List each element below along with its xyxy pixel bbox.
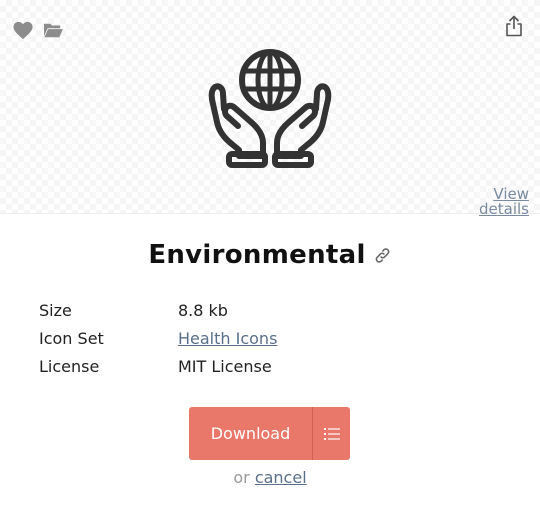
download-options-button[interactable] [313, 407, 350, 460]
add-to-collection-button[interactable] [41, 19, 65, 41]
title-row: Environmental [0, 240, 540, 270]
share-button[interactable] [501, 13, 527, 39]
permalink-button[interactable] [374, 246, 392, 264]
detail-label: Icon Set [39, 328, 104, 348]
view-details-link[interactable]: View details [469, 187, 529, 217]
download-button-group: Download [189, 407, 350, 460]
cancel-link[interactable]: cancel [255, 468, 307, 487]
or-text: or [233, 468, 250, 487]
list-icon [323, 427, 340, 440]
detail-label: License [39, 356, 100, 376]
icon-set-link[interactable]: Health Icons [178, 329, 277, 348]
detail-row-icon-set: Icon Set Health Icons [39, 324, 277, 352]
globe-in-hands-icon [208, 49, 332, 168]
share-icon [506, 15, 522, 37]
folder-icon [44, 23, 63, 38]
favorite-button[interactable] [11, 19, 35, 41]
heart-icon [13, 21, 33, 40]
detail-row-size: Size 8.8 kb [39, 296, 277, 324]
detail-value: 8.8 kb [178, 300, 228, 320]
detail-value: MIT License [178, 356, 272, 376]
download-button[interactable]: Download [189, 407, 313, 460]
icon-details: Size 8.8 kb Icon Set Health Icons Licens… [39, 296, 277, 380]
icon-title: Environmental [148, 240, 366, 270]
link-icon [375, 247, 390, 263]
cancel-row: or cancel [0, 468, 540, 487]
detail-label: Size [39, 300, 72, 320]
detail-row-license: License MIT License [39, 352, 277, 380]
icon-preview-area: View details [0, 0, 540, 217]
